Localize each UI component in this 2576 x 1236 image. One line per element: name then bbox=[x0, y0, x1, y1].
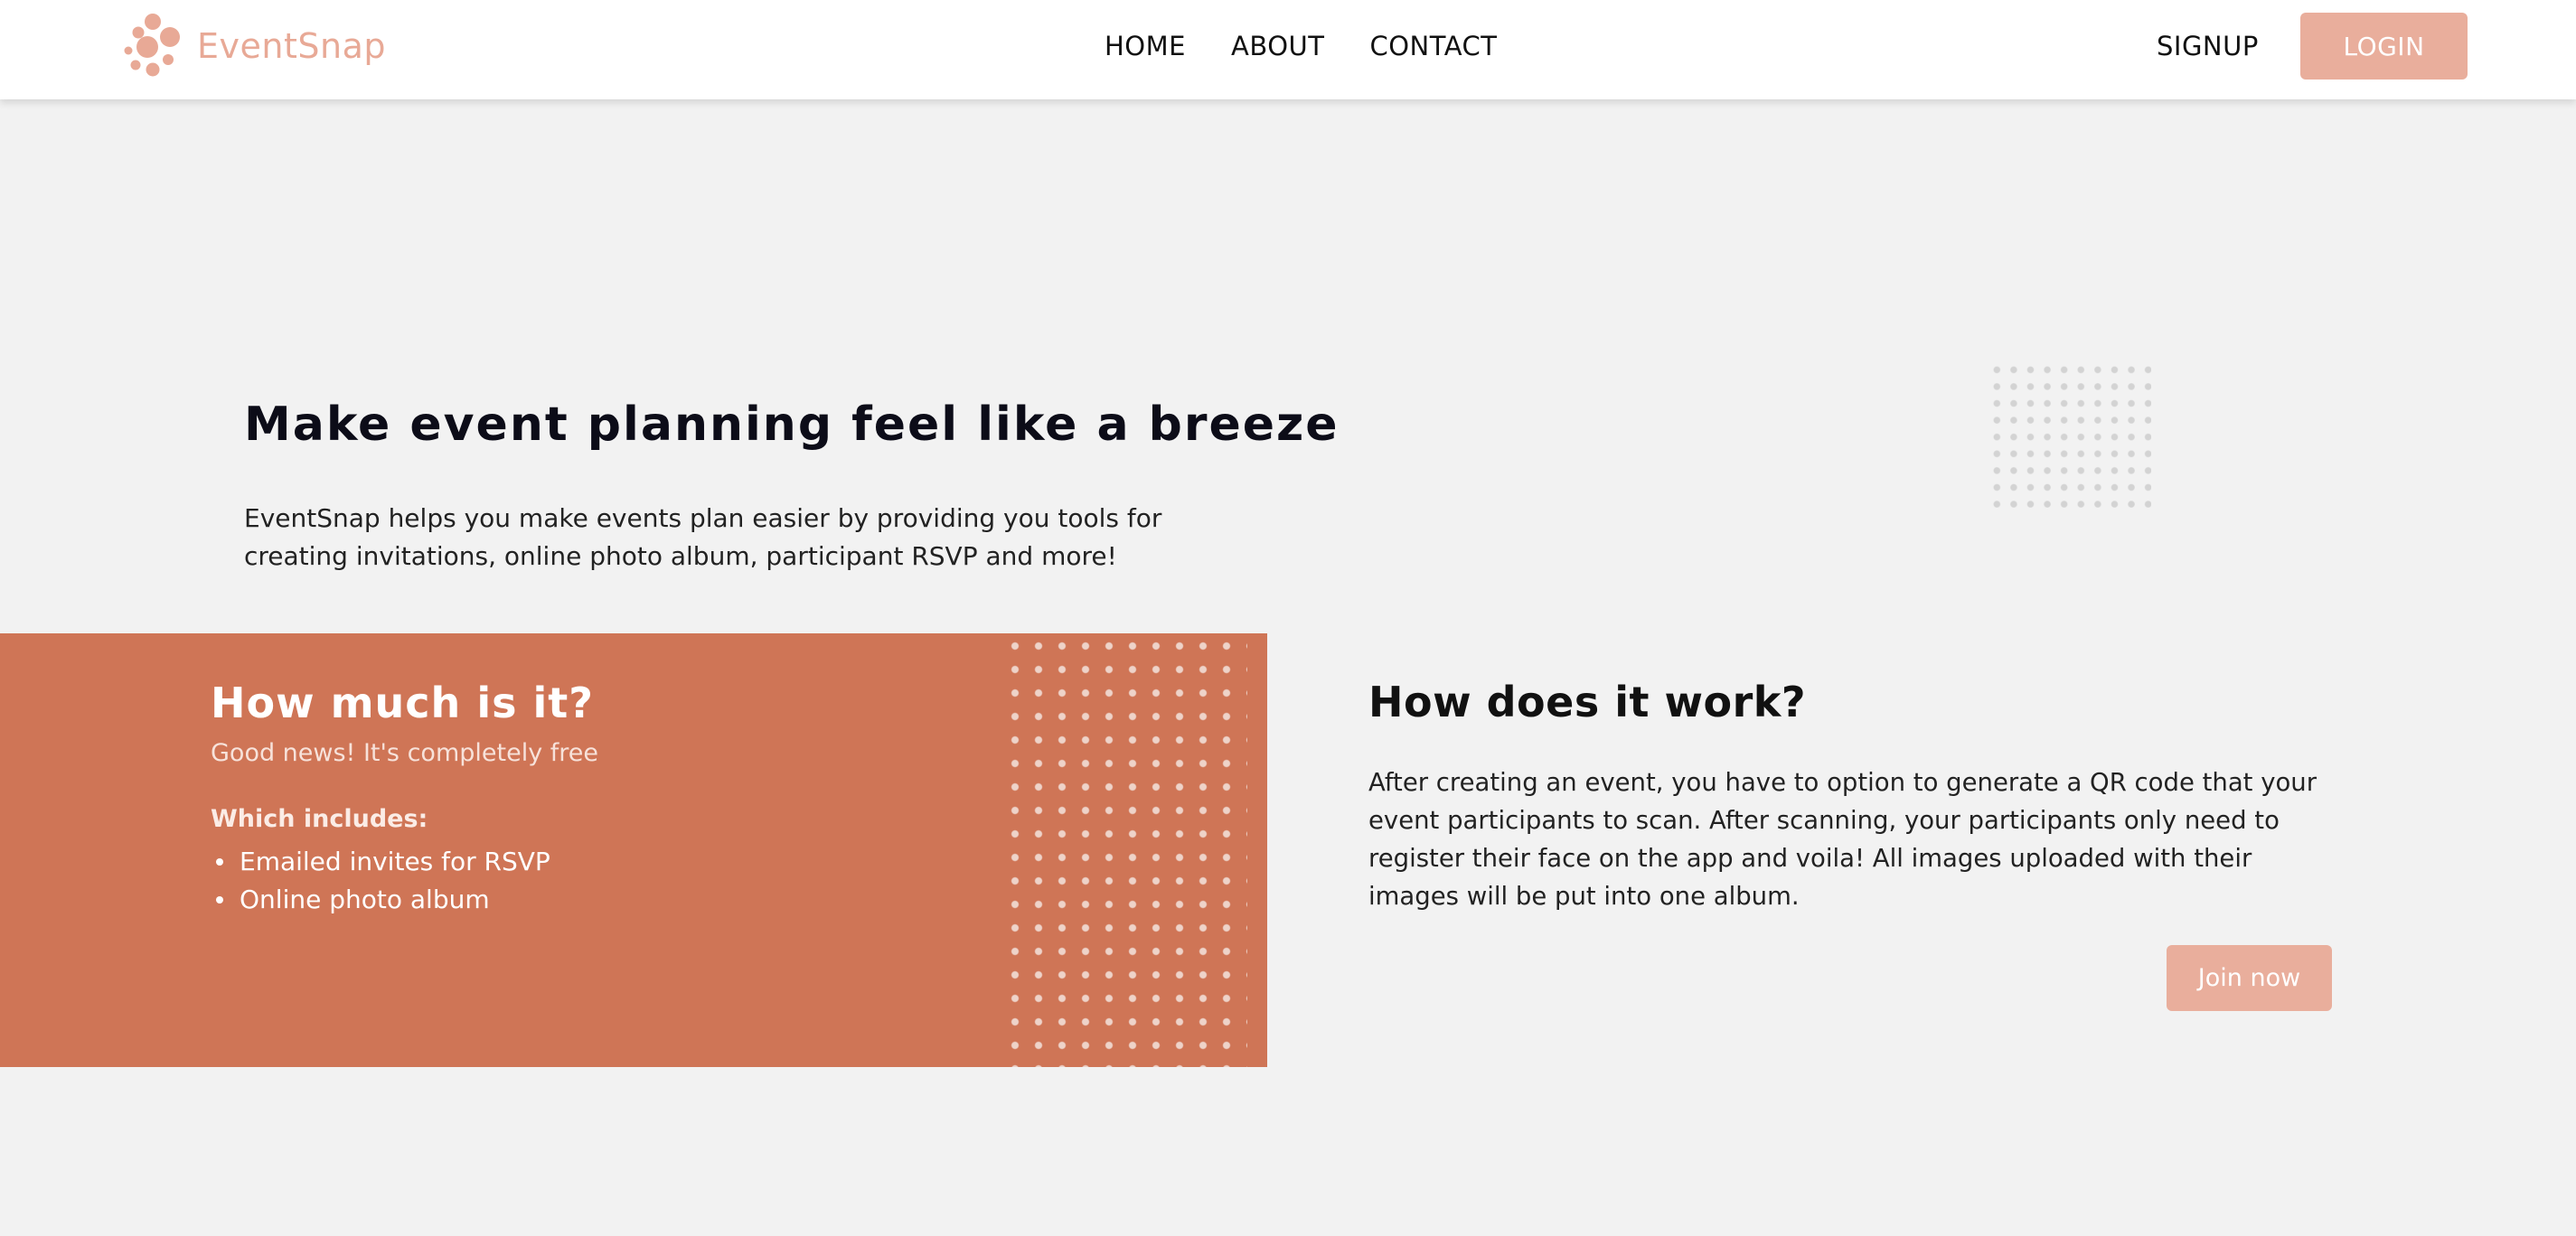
decorative-dot-grid bbox=[1988, 361, 2151, 510]
hero-description: EventSnap helps you make events plan eas… bbox=[244, 503, 1162, 571]
pricing-panel: How much is it? Good news! It's complete… bbox=[0, 633, 1267, 1067]
join-now-button[interactable]: Join now bbox=[2167, 945, 2332, 1011]
nav-home-link[interactable]: HOME bbox=[1105, 31, 1186, 61]
includes-list: Emailed invites for RSVP Online photo al… bbox=[211, 843, 550, 919]
how-it-works-description: After creating an event, you have to opt… bbox=[1368, 768, 2317, 911]
main-nav: HOME ABOUT CONTACT bbox=[1105, 0, 1498, 92]
nav-about-link[interactable]: ABOUT bbox=[1231, 31, 1325, 61]
signup-link[interactable]: SIGNUP bbox=[2157, 0, 2259, 92]
pricing-title: How much is it? bbox=[211, 679, 594, 727]
brand-name: EventSnap bbox=[197, 26, 386, 66]
top-navbar: EventSnap HOME ABOUT CONTACT SIGNUP LOGI… bbox=[0, 0, 2576, 99]
list-item-label: Emailed invites for RSVP bbox=[240, 847, 550, 876]
bubbles-logo-icon bbox=[124, 14, 180, 77]
pricing-subtitle: Good news! It's completely free bbox=[211, 739, 598, 767]
list-item-label: Online photo album bbox=[240, 885, 490, 914]
how-it-works-title: How does it work? bbox=[1368, 678, 1807, 726]
login-button[interactable]: LOGIN bbox=[2300, 13, 2468, 80]
hero-title: Make event planning feel like a breeze bbox=[244, 398, 1340, 452]
list-item: Emailed invites for RSVP bbox=[211, 843, 550, 881]
bullet-dot-icon bbox=[216, 858, 223, 866]
includes-label: Which includes: bbox=[211, 805, 428, 833]
bullet-dot-icon bbox=[216, 896, 223, 904]
pricing-dot-pattern bbox=[1003, 633, 1247, 1067]
brand-link[interactable]: EventSnap bbox=[123, 13, 386, 80]
list-item: Online photo album bbox=[211, 881, 550, 919]
nav-contact-link[interactable]: CONTACT bbox=[1369, 31, 1497, 61]
